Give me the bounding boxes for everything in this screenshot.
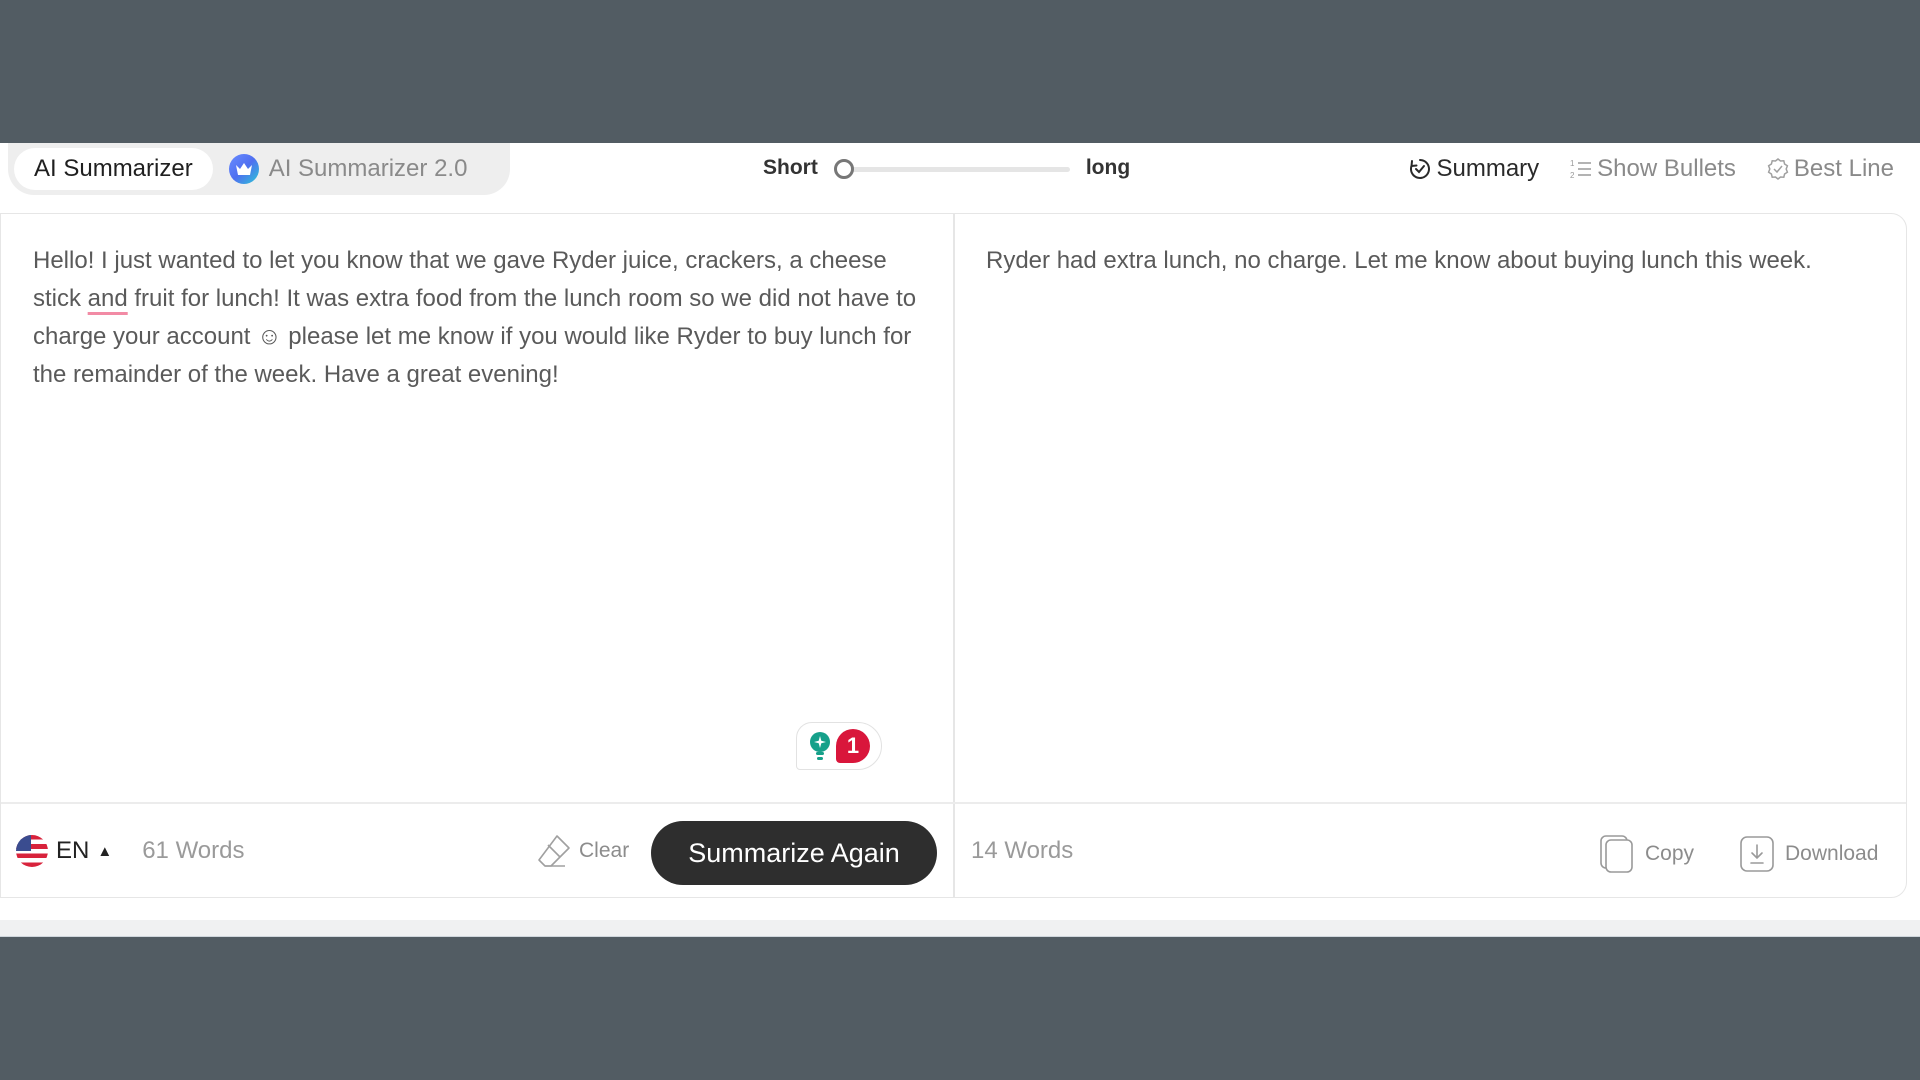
suggestion-count-badge: 1 <box>836 729 870 763</box>
language-code: EN <box>56 837 90 864</box>
page-bottom-strip <box>0 920 1920 937</box>
crown-icon <box>228 154 259 184</box>
output-modes: Summary 1 2 Show Bullets Best Line <box>1408 143 1894 195</box>
caret-up-icon: ▲ <box>97 842 113 860</box>
mode-label: Best Line <box>1793 155 1894 182</box>
output-footer: 14 Words Copy Download <box>954 804 1908 898</box>
us-flag-icon <box>16 835 48 867</box>
input-text-area[interactable]: Hello! I just wanted to let you know tha… <box>33 242 923 394</box>
download-icon <box>1740 836 1774 872</box>
svg-text:2: 2 <box>1570 171 1575 180</box>
summary-output: Ryder had extra lunch, no charge. Let me… <box>986 247 1812 274</box>
tab-ai-summarizer-2[interactable]: AI Summarizer 2.0 <box>213 148 488 190</box>
tab-label: AI Summarizer <box>34 155 193 182</box>
summarize-again-button[interactable]: Summarize Again <box>651 821 937 885</box>
mode-show-bullets[interactable]: 1 2 Show Bullets <box>1569 155 1736 183</box>
language-selector[interactable]: EN ▲ <box>16 835 112 867</box>
mode-summary[interactable]: Summary <box>1408 155 1539 183</box>
summary-refresh-check-icon <box>1410 159 1431 179</box>
badge-check-icon <box>1767 158 1789 180</box>
svg-text:1: 1 <box>1570 159 1575 168</box>
mode-label: Show Bullets <box>1597 155 1736 182</box>
panel-divider <box>953 214 955 897</box>
mode-label: Summary <box>1436 155 1540 182</box>
summarizer-panels: Hello! I just wanted to let you know tha… <box>0 213 1907 898</box>
eraser-icon <box>538 835 570 867</box>
short-label: Short <box>763 156 818 179</box>
length-slider[interactable] <box>833 153 1070 183</box>
clear-button[interactable]: Clear <box>535 832 629 870</box>
download-button[interactable]: Download <box>1739 834 1878 874</box>
output-word-count: 14 Words <box>971 837 1074 864</box>
input-footer: EN ▲ 61 Words Clear Summarize Again <box>1 804 953 898</box>
download-label: Download <box>1785 842 1879 865</box>
tab-ai-summarizer[interactable]: AI Summarizer <box>14 148 213 190</box>
slider-track <box>839 167 1070 172</box>
clear-label: Clear <box>579 839 630 862</box>
suggestions-button[interactable]: 1 <box>796 722 882 770</box>
copy-button[interactable]: Copy <box>1599 834 1694 874</box>
mode-best-line[interactable]: Best Line <box>1766 155 1894 183</box>
slider-thumb[interactable] <box>833 159 854 179</box>
length-control: Short long <box>763 153 1130 183</box>
grammar-flagged-word[interactable]: and <box>88 285 128 312</box>
lightbulb-icon <box>810 732 830 760</box>
tab-label: AI Summarizer 2.0 <box>268 155 468 182</box>
input-text-part: fruit for lunch! It was extra food from … <box>33 285 917 388</box>
long-label: long <box>1085 156 1131 179</box>
input-word-count: 61 Words <box>142 837 245 864</box>
copy-icon <box>1600 835 1633 873</box>
tool-tabs: AI Summarizer AI Summarizer 2.0 <box>8 143 510 195</box>
copy-label: Copy <box>1645 842 1695 865</box>
numbered-list-icon: 1 2 <box>1570 159 1592 180</box>
summarizer-app: AI Summarizer AI Summarizer 2.0 Short lo… <box>0 143 1920 937</box>
